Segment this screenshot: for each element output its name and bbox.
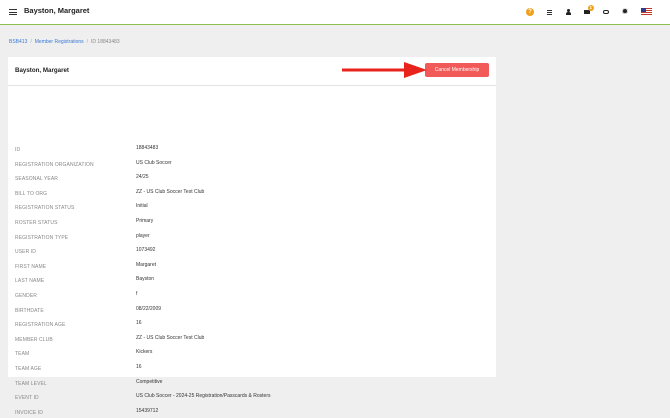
detail-row: Last Name Bayston: [15, 276, 485, 286]
list-icon[interactable]: [543, 6, 555, 18]
detail-value: ZZ - US Club Soccer Test Club: [136, 334, 205, 341]
card-title: Bayston, Margaret: [15, 67, 69, 74]
detail-value: 16: [136, 320, 142, 327]
detail-row: Event ID US Club Soccer - 2024-25 Registr…: [15, 393, 485, 403]
detail-value: 08/22/2009: [136, 305, 162, 312]
page-title: Bayston, Margaret: [24, 6, 90, 15]
detail-value: Kickers: [136, 349, 153, 356]
detail-value: Bayston: [136, 276, 155, 283]
detail-label: Registration Organization: [15, 161, 94, 168]
cancel-membership-button[interactable]: Cancel Membership: [425, 63, 489, 77]
detail-row: Registration Type player: [15, 233, 485, 243]
detail-label: ID: [15, 147, 21, 153]
detail-value: f: [136, 291, 138, 297]
breadcrumb-item-bsb413[interactable]: BSB413: [9, 39, 27, 45]
detail-value: Primary: [136, 218, 154, 224]
detail-row: Seasonal Year 24/25: [15, 174, 485, 184]
detail-label: Last Name: [15, 278, 45, 285]
detail-value: Competitive: [136, 378, 163, 385]
top-navbar: Bayston, Margaret ? 1 ✹: [0, 0, 670, 25]
detail-label: First Name: [15, 263, 47, 270]
mail-icon[interactable]: 1: [581, 5, 594, 18]
notification-badge: 1: [588, 5, 594, 11]
detail-row: Invoice ID 15439712: [15, 408, 485, 418]
detail-label: Seasonal Year: [15, 176, 58, 183]
detail-label: Roster Status: [15, 220, 58, 226]
detail-label: Team Level: [15, 380, 47, 387]
detail-label: Registration Type: [15, 234, 69, 241]
detail-label: Birthdate: [15, 307, 44, 314]
detail-row: Bill to Org ZZ - US Club Soccer Test Club: [15, 189, 485, 199]
detail-label: User ID: [15, 249, 36, 256]
detail-label: Bill to Org: [15, 190, 48, 197]
user-icon[interactable]: [562, 6, 574, 18]
detail-row: First Name Margaret: [15, 262, 485, 272]
detail-value: player: [136, 232, 150, 239]
detail-row: Roster Status Primary: [15, 218, 485, 228]
breadcrumb-current: ID 18843483: [91, 39, 120, 45]
detail-label: Registration Status: [15, 205, 75, 212]
arrow-pointer-icon: [342, 62, 427, 78]
detail-row: ID 18843483: [15, 145, 485, 155]
breadcrumb: BSB413/Member Registrations / ID 18843483: [9, 39, 120, 45]
detail-value: Initial: [136, 203, 148, 210]
detail-value: 15439712: [136, 407, 159, 414]
detail-row: Team Level Competitive: [15, 379, 485, 389]
detail-value: ZZ - US Club Soccer Test Club: [136, 188, 205, 195]
detail-row: Registration Status Initial: [15, 203, 485, 213]
detail-row: Registration Organization US Club Soccer: [15, 160, 485, 170]
detail-label: Gender: [15, 293, 37, 299]
help-icon[interactable]: ?: [524, 6, 536, 18]
detail-value: 1073492: [136, 247, 156, 254]
chat-icon[interactable]: [600, 6, 612, 18]
detail-label: Member Club: [15, 336, 53, 343]
detail-row: Gender f: [15, 291, 485, 301]
detail-row: Member Club ZZ - US Club Soccer Test Club: [15, 335, 485, 345]
detail-value: US Club Soccer: [136, 159, 172, 166]
detail-row: Registration Age 16: [15, 320, 485, 330]
flag-icon[interactable]: [641, 8, 652, 16]
detail-row: Team Age 16: [15, 364, 485, 374]
detail-row: User ID 1073492: [15, 247, 485, 257]
detail-value: 16: [136, 364, 142, 370]
toolbar-icons: ? 1 ✹: [517, 5, 652, 18]
detail-row: Birthdate 08/22/2009: [15, 306, 485, 316]
breadcrumb-item-member-registrations[interactable]: Member Registrations: [35, 39, 84, 45]
detail-label: Event ID: [15, 395, 39, 402]
detail-label: Invoice ID: [15, 409, 43, 416]
detail-row: Team Kickers: [15, 349, 485, 359]
detail-value: US Club Soccer - 2024-25 Registration/Pa…: [136, 393, 271, 400]
registration-card: Bayston, Margaret Cancel Membership ID 18…: [8, 57, 496, 416]
detail-label: Team: [15, 351, 30, 358]
detail-value: 18843483: [136, 145, 159, 151]
detail-value: 24/25: [136, 174, 149, 181]
detail-label: Registration Age: [15, 322, 66, 329]
detail-value: Margaret: [136, 261, 157, 268]
gear-icon[interactable]: ✹: [619, 6, 631, 18]
menu-icon[interactable]: [9, 9, 17, 15]
